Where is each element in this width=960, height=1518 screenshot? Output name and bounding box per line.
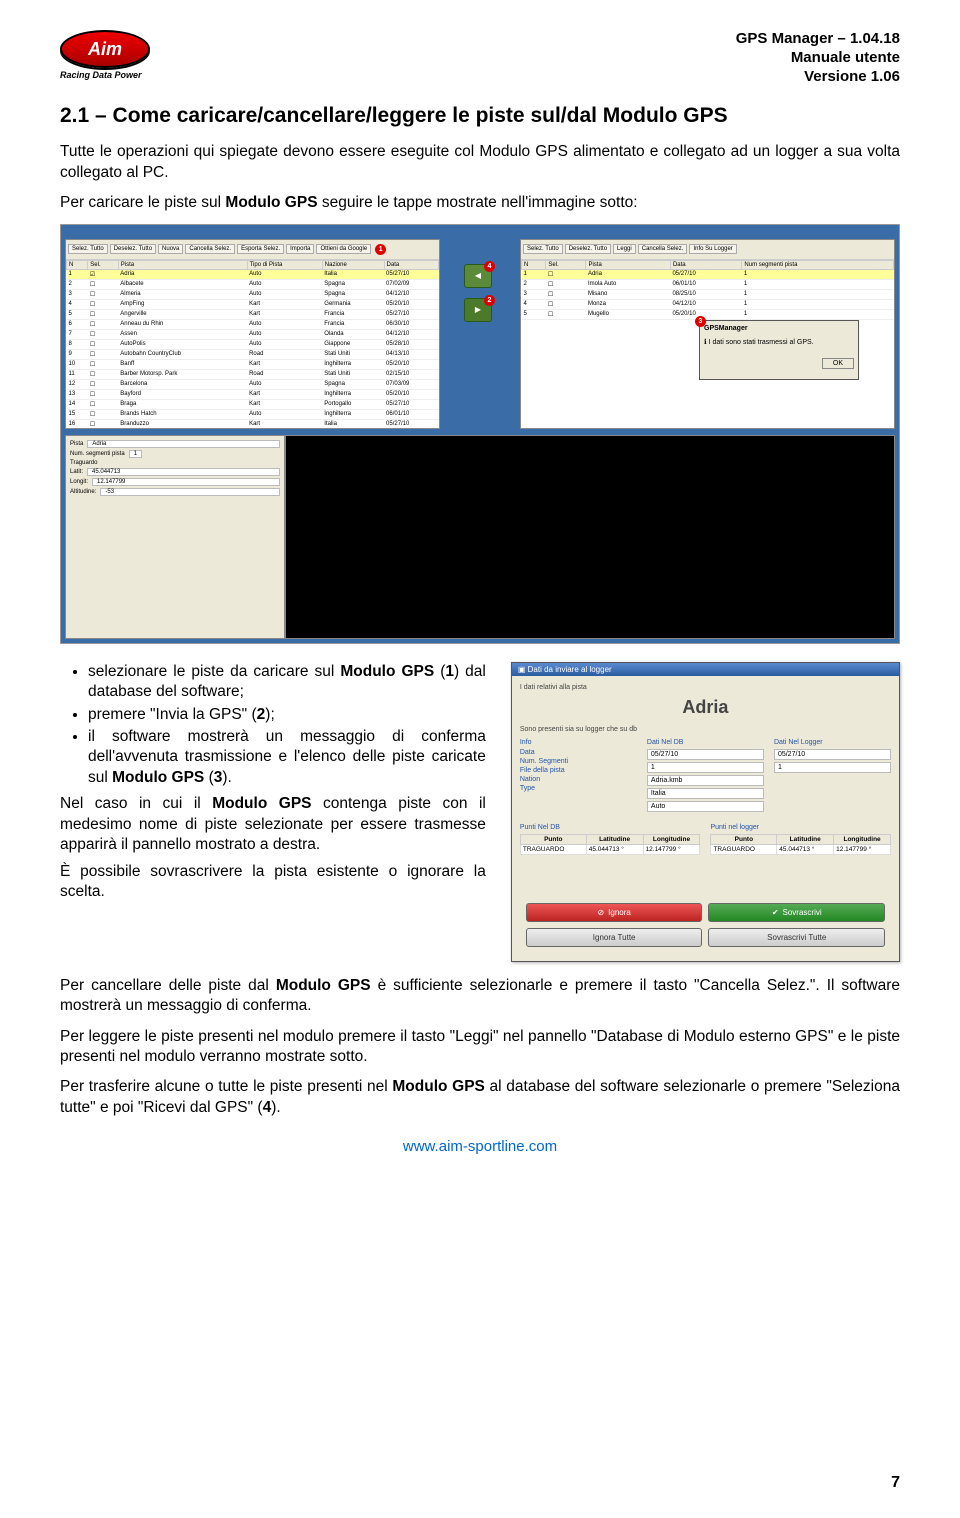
logo: Aim <box>60 30 150 68</box>
btn-info-logger[interactable]: Info Su Logger <box>689 244 736 254</box>
logo-subtitle: Racing Data Power <box>60 70 150 80</box>
meta-manual: Manuale utente <box>736 49 900 68</box>
dialog-text: ℹ I dati sono stati trasmessi al GPS. <box>704 338 854 346</box>
table-gps-tracks[interactable]: NSel.PistaDataNum segmenti pista1☐Adria0… <box>521 260 894 320</box>
btn-google[interactable]: Ottieni da Google <box>316 244 371 254</box>
btn-ignore-all[interactable]: Ignora Tutte <box>526 928 703 947</box>
btn-overwrite-all[interactable]: Sovrascrivi Tutte <box>708 928 885 947</box>
btn-new[interactable]: Nuova <box>158 244 183 254</box>
table-points-db: Punti Nel DB PuntoLatitudineLongitudine … <box>520 824 701 855</box>
btn-overwrite[interactable]: ✔ Sovrascrivi <box>708 903 885 922</box>
paragraph-delete: Per cancellare delle piste dal Modulo GP… <box>60 976 900 1017</box>
intro-paragraph-2: Per caricare le piste sul Modulo GPS seg… <box>60 193 900 213</box>
panel-local-db: Selez. Tutto Deselez. Tutto Nuova Cancel… <box>65 239 440 429</box>
callout-1: 1 <box>375 244 386 255</box>
btn-import[interactable]: Importa <box>286 244 314 254</box>
bullet-item: il software mostrerà un messaggio di con… <box>88 727 486 788</box>
callout-4: 4 <box>484 261 495 272</box>
bullet-item: selezionare le piste da caricare sul Mod… <box>88 662 486 703</box>
callout-3: 3 <box>695 316 706 327</box>
dialog2-track-name: Adria <box>520 697 891 718</box>
toolbar-local: Selez. Tutto Deselez. Tutto Nuova Cancel… <box>66 240 439 260</box>
page-header: Aim Racing Data Power GPS Manager – 1.04… <box>60 30 900 86</box>
btn-delete-sel[interactable]: Cancella Selez. <box>185 244 235 254</box>
btn-read[interactable]: Leggi <box>613 244 636 254</box>
intro-paragraph-1: Tutte le operazioni qui spiegate devono … <box>60 142 900 183</box>
screenshot-overwrite-dialog: ▣ Dati da inviare al logger I dati relat… <box>511 662 900 962</box>
meta-version: Versione 1.06 <box>736 68 900 87</box>
meta-product: GPS Manager – 1.04.18 <box>736 30 900 49</box>
footer-link[interactable]: www.aim-sportline.com <box>60 1138 900 1155</box>
btn-receive-from-gps[interactable]: ◀4 <box>464 264 492 288</box>
table-points-logger: Punti nel logger PuntoLatitudineLongitud… <box>710 824 891 855</box>
bullets-block: selezionare le piste da caricare sul Mod… <box>60 662 486 903</box>
logo-block: Aim Racing Data Power <box>60 30 150 80</box>
dialog2-titlebar: ▣ Dati da inviare al logger <box>512 663 899 676</box>
dialog-title: GPSManager <box>704 325 854 332</box>
page-number: 7 <box>891 1474 900 1492</box>
dialog-transmitted: GPSManager ℹ I dati sono stati trasmessi… <box>699 320 859 380</box>
paragraph-read: Per leggere le piste presenti nel modulo… <box>60 1027 900 1068</box>
btn-select-all-r[interactable]: Selez. Tutto <box>523 244 563 254</box>
dialog-ok-button[interactable]: OK <box>822 358 854 369</box>
paragraph-overwrite: Nel caso in cui il Modulo GPS contenga p… <box>60 794 486 855</box>
toolbar-gps: Selez. Tutto Deselez. Tutto Leggi Cancel… <box>521 240 894 260</box>
btn-export-sel[interactable]: Esporta Selez. <box>237 244 284 254</box>
btn-select-all[interactable]: Selez. Tutto <box>68 244 108 254</box>
btn-send-to-gps[interactable]: ▶2 <box>464 298 492 322</box>
paragraph-overwrite-2: È possibile sovrascrivere la pista esist… <box>60 862 486 903</box>
paragraph-transfer: Per trasferire alcune o tutte le piste p… <box>60 1077 900 1118</box>
panel-track-details: Pista Adria Num. segmenti pista 1 Tragua… <box>65 435 285 639</box>
callout-2: 2 <box>484 295 495 306</box>
screenshot-main-window: Selez. Tutto Deselez. Tutto Nuova Cancel… <box>60 224 900 644</box>
track-map-preview <box>285 435 895 639</box>
bullet-item: premere "Invia la GPS" (2); <box>88 705 486 725</box>
dialog2-note: Sono presenti sia su logger che su db <box>520 726 891 733</box>
table-local-tracks[interactable]: NSel.PistaTipo di PistaNazioneData1☑Adri… <box>66 260 439 428</box>
btn-deselect-all[interactable]: Deselez. Tutto <box>110 244 156 254</box>
btn-deselect-all-r[interactable]: Deselez. Tutto <box>565 244 611 254</box>
btn-ignore[interactable]: ⊘ Ignora <box>526 903 703 922</box>
section-title: 2.1 – Come caricare/cancellare/leggere l… <box>60 104 900 128</box>
dialog2-subtitle: I dati relativi alla pista <box>520 684 891 691</box>
document-meta: GPS Manager – 1.04.18 Manuale utente Ver… <box>736 30 900 86</box>
btn-delete-sel-r[interactable]: Cancella Selez. <box>638 244 688 254</box>
transfer-buttons: ◀4 ▶2 <box>464 239 496 429</box>
